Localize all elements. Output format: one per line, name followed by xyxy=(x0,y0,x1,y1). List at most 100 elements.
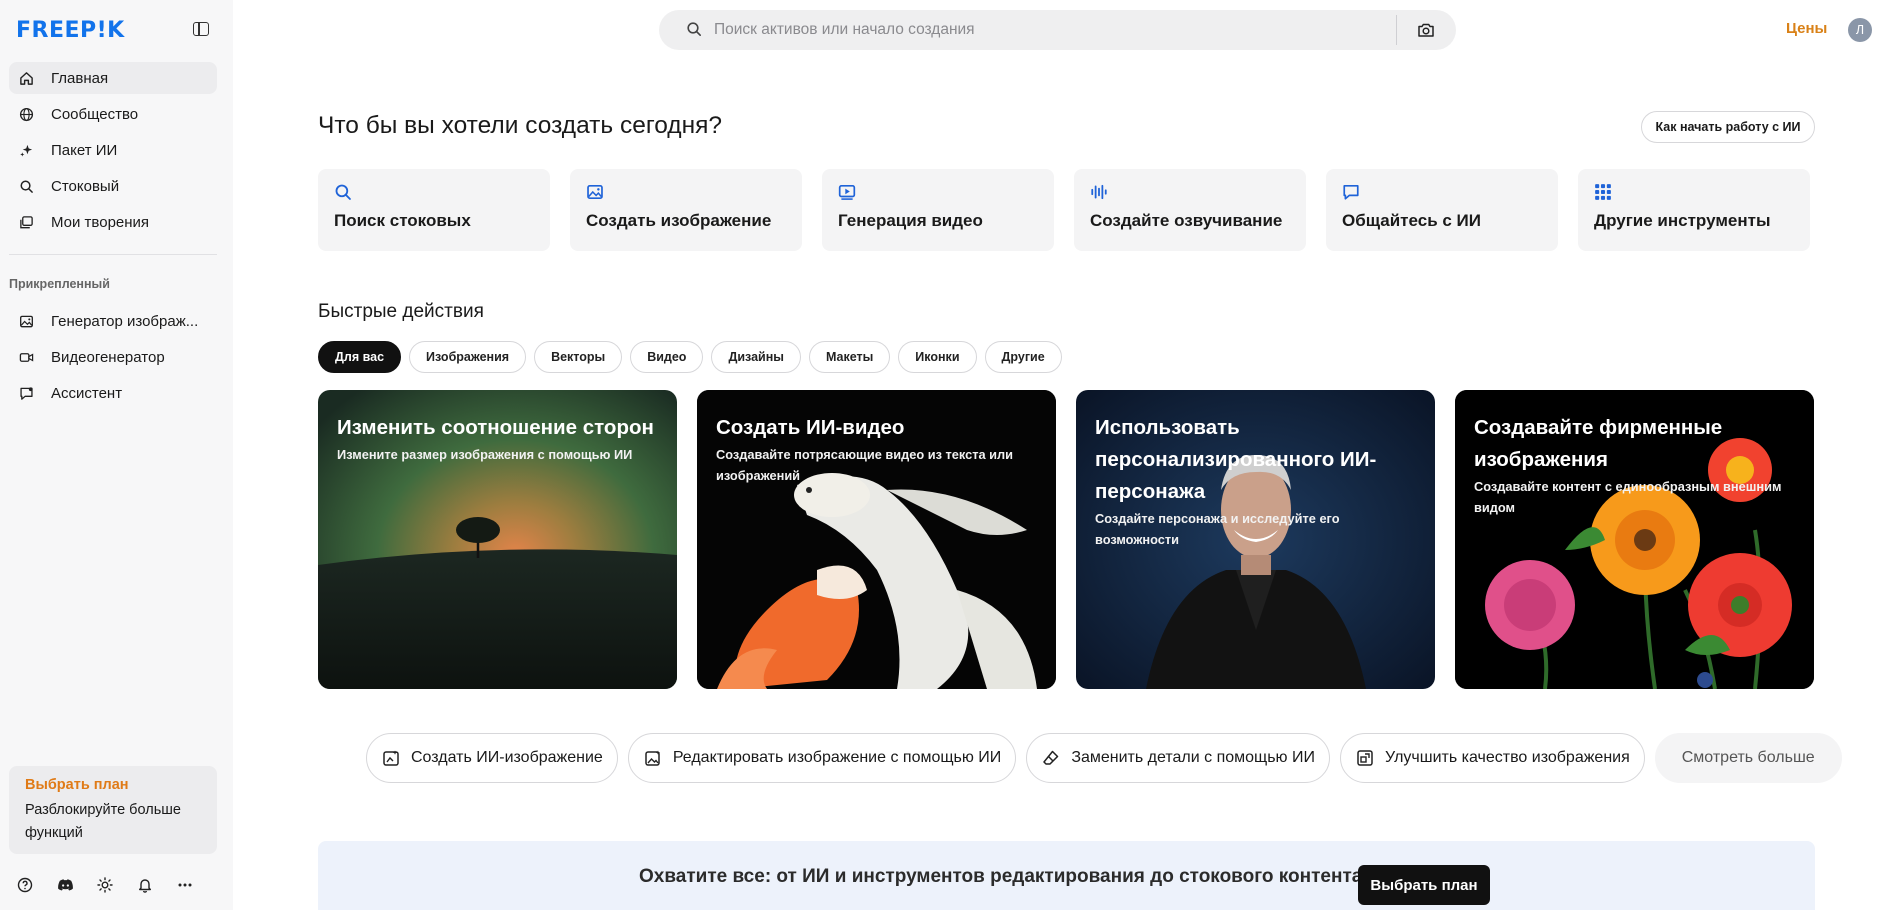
card-text: Изменить соотношение сторон Измените раз… xyxy=(337,412,658,465)
choose-plan-button[interactable]: Выбрать план xyxy=(1358,865,1490,905)
action-label: Редактировать изображение с помощью ИИ xyxy=(672,749,1002,766)
tool-card-voiceover[interactable]: Создайте озвучивание xyxy=(1074,169,1306,251)
action-label: Улучшить качество изображения xyxy=(1384,749,1630,766)
how-to-start-button[interactable]: Как начать работу с ИИ xyxy=(1641,111,1815,143)
quick-action-buttons: Создать ИИ-изображение Редактировать изо… xyxy=(366,733,1842,783)
globe-icon xyxy=(18,106,34,122)
sidebar-divider xyxy=(9,254,217,255)
tool-label: Другие инструменты xyxy=(1594,211,1771,230)
chip-vectors[interactable]: Векторы xyxy=(534,341,623,373)
feature-card-aspect-ratio[interactable]: Изменить соотношение сторон Измените раз… xyxy=(318,390,677,689)
upscale-image-button[interactable]: Улучшить качество изображения xyxy=(1339,733,1645,783)
pinned-item-video-generator[interactable]: Видеогенератор xyxy=(9,341,217,373)
image-icon xyxy=(586,183,604,201)
card-title: Изменить соотношение сторон xyxy=(337,416,654,439)
chip-icons[interactable]: Иконки xyxy=(898,341,977,373)
sidebar: FREEP!K Главная Сообщество Пакет ИИ Сток… xyxy=(0,0,233,910)
card-title: Создать ИИ-видео xyxy=(716,416,905,439)
card-subtitle: Создавайте контент с единообразным внешн… xyxy=(1474,479,1782,515)
chip-images[interactable]: Изображения xyxy=(409,341,527,373)
see-more-button[interactable]: Смотреть больше xyxy=(1654,733,1842,783)
video-play-icon xyxy=(838,183,856,201)
sidebar-item-label: Сообщество xyxy=(51,105,139,123)
tool-card-stock-search[interactable]: Поиск стоковых xyxy=(318,169,550,251)
card-subtitle: Измените размер изображения с помощью ИИ xyxy=(337,447,633,462)
search-icon xyxy=(686,21,702,37)
chip-video[interactable]: Видео xyxy=(630,341,704,373)
feature-card-brand-images[interactable]: Создавайте фирменные изображения Создава… xyxy=(1455,390,1814,689)
search-input[interactable] xyxy=(714,20,1314,40)
chip-other[interactable]: Другие xyxy=(984,341,1062,373)
tool-card-video-generation[interactable]: Генерация видео xyxy=(822,169,1054,251)
camera-icon[interactable] xyxy=(1417,22,1435,38)
tool-card-chat-ai[interactable]: Общайтесь с ИИ xyxy=(1326,169,1558,251)
chat-bubble-icon xyxy=(1342,183,1360,201)
chat-icon xyxy=(18,385,34,401)
sidebar-item-ai-pack[interactable]: Пакет ИИ xyxy=(9,134,217,166)
search-bar xyxy=(659,10,1456,50)
edit-image-ai-button[interactable]: Редактировать изображение с помощью ИИ xyxy=(627,733,1017,783)
upgrade-plan-box[interactable]: Выбрать план Разблокируйте больше функци… xyxy=(9,766,217,854)
pinned-item-image-generator[interactable]: Генератор изображ... xyxy=(9,305,217,337)
card-text: Создавайте фирменные изображения Создава… xyxy=(1474,412,1795,518)
pinned-section-title: Прикрепленный xyxy=(9,277,110,291)
plan-title[interactable]: Выбрать план xyxy=(25,777,201,793)
card-text: Создать ИИ-видео Создавайте потрясающие … xyxy=(716,412,1037,486)
sidebar-nav: Главная Сообщество Пакет ИИ Стоковый Мои… xyxy=(9,62,217,242)
tool-label: Поиск стоковых xyxy=(334,211,471,230)
action-label: Создать ИИ-изображение xyxy=(411,749,603,766)
search-icon xyxy=(18,178,34,194)
edit-image-icon xyxy=(643,748,663,768)
prices-link[interactable]: Цены xyxy=(1786,20,1827,37)
feature-cards: Изменить соотношение сторон Измените раз… xyxy=(318,390,1814,689)
discord-icon[interactable] xyxy=(56,876,74,894)
sun-icon[interactable] xyxy=(96,876,114,894)
upscale-icon xyxy=(1355,748,1375,768)
sidebar-item-home[interactable]: Главная xyxy=(9,62,217,94)
ai-image-icon xyxy=(381,748,401,768)
sidebar-item-label: Ассистент xyxy=(51,384,123,402)
sidebar-item-label: Пакет ИИ xyxy=(51,141,118,159)
chip-mockups[interactable]: Макеты xyxy=(808,341,891,373)
feature-card-ai-video[interactable]: Создать ИИ-видео Создавайте потрясающие … xyxy=(697,390,1056,689)
sidebar-item-my-creations[interactable]: Мои творения xyxy=(9,206,217,238)
category-chips: Для вас Изображения Векторы Видео Дизайн… xyxy=(318,341,1062,373)
card-title: Создавайте фирменные изображения xyxy=(1474,416,1723,471)
replace-details-ai-button[interactable]: Заменить детали с помощью ИИ xyxy=(1026,733,1330,783)
quick-actions-title: Быстрые действия xyxy=(318,301,484,322)
chip-for-you[interactable]: Для вас xyxy=(318,341,402,373)
search-separator xyxy=(1396,15,1397,45)
promo-text: Охватите все: от ИИ и инструментов редак… xyxy=(639,866,1369,887)
chip-designs[interactable]: Дизайны xyxy=(711,341,801,373)
tool-card-create-image[interactable]: Создать изображение xyxy=(570,169,802,251)
pinned-item-assistant[interactable]: Ассистент xyxy=(9,377,217,409)
freepik-logo[interactable]: FREEP!K xyxy=(16,18,125,43)
sparkles-icon xyxy=(18,142,34,158)
sidebar-toggle-icon[interactable] xyxy=(193,22,209,36)
card-subtitle: Создайте персонажа и исследуйте его возм… xyxy=(1095,511,1340,547)
promo-banner: Охватите все: от ИИ и инструментов редак… xyxy=(318,841,1815,910)
sidebar-item-label: Видеогенератор xyxy=(51,348,165,366)
card-subtitle: Создавайте потрясающие видео из текста и… xyxy=(716,447,1014,483)
tool-label: Создать изображение xyxy=(586,211,772,230)
tool-label: Генерация видео xyxy=(838,211,983,230)
sidebar-item-community[interactable]: Сообщество xyxy=(9,98,217,130)
avatar[interactable]: Л xyxy=(1848,18,1872,42)
sidebar-item-stock[interactable]: Стоковый xyxy=(9,170,217,202)
sidebar-item-label: Стоковый xyxy=(51,177,120,195)
tool-card-other-tools[interactable]: Другие инструменты xyxy=(1578,169,1810,251)
tool-cards: Поиск стоковых Создать изображение Генер… xyxy=(318,169,1810,251)
action-label: Заменить детали с помощью ИИ xyxy=(1071,749,1315,766)
plan-subtitle: Разблокируйте больше функций xyxy=(25,802,181,841)
help-icon[interactable] xyxy=(16,876,34,894)
create-ai-image-button[interactable]: Создать ИИ-изображение xyxy=(366,733,618,783)
page-title: Что бы вы хотели создать сегодня? xyxy=(318,112,723,139)
search-icon xyxy=(334,183,352,201)
more-icon[interactable] xyxy=(176,876,194,894)
image-icon xyxy=(18,313,34,329)
home-icon xyxy=(18,70,34,86)
feature-card-ai-character[interactable]: Использовать персонализированного ИИ-пер… xyxy=(1076,390,1435,689)
bell-icon[interactable] xyxy=(136,876,154,894)
video-camera-icon xyxy=(18,349,34,365)
pinned-list: Генератор изображ... Видеогенератор Асси… xyxy=(9,305,217,413)
